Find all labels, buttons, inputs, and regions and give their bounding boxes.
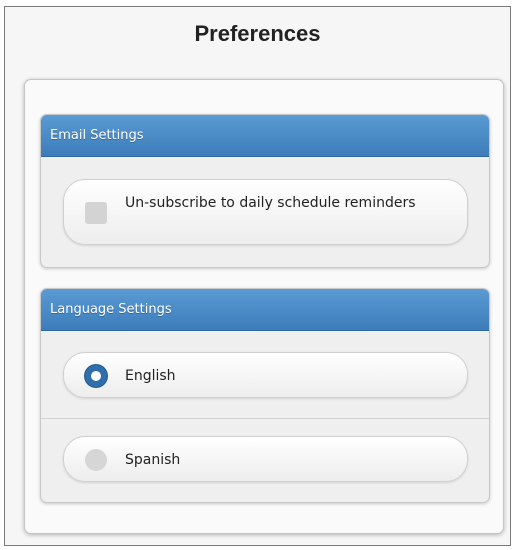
checkbox-unchecked-icon[interactable] [85, 202, 107, 224]
english-label: English [125, 368, 176, 384]
email-settings-section: Email Settings Un-subscribe to daily sch… [40, 114, 490, 268]
radio-selected-icon[interactable] [85, 365, 107, 387]
preferences-panel: Email Settings Un-subscribe to daily sch… [24, 79, 504, 534]
unsubscribe-label: Un-subscribe to daily schedule reminders [125, 195, 416, 211]
language-settings-section: Language Settings English Spanish [40, 288, 490, 503]
spanish-label: Spanish [125, 452, 181, 468]
page-title: Preferences [194, 21, 321, 46]
language-settings-header: Language Settings [41, 289, 489, 331]
preferences-window: Preferences Email Settings Un-subscribe … [4, 6, 511, 546]
unsubscribe-option[interactable]: Un-subscribe to daily schedule reminders [63, 179, 468, 245]
email-settings-header: Email Settings [41, 115, 489, 157]
language-option-spanish[interactable]: Spanish [63, 436, 468, 482]
option-divider [41, 418, 489, 419]
language-option-english[interactable]: English [63, 352, 468, 398]
radio-unselected-icon[interactable] [85, 449, 107, 471]
